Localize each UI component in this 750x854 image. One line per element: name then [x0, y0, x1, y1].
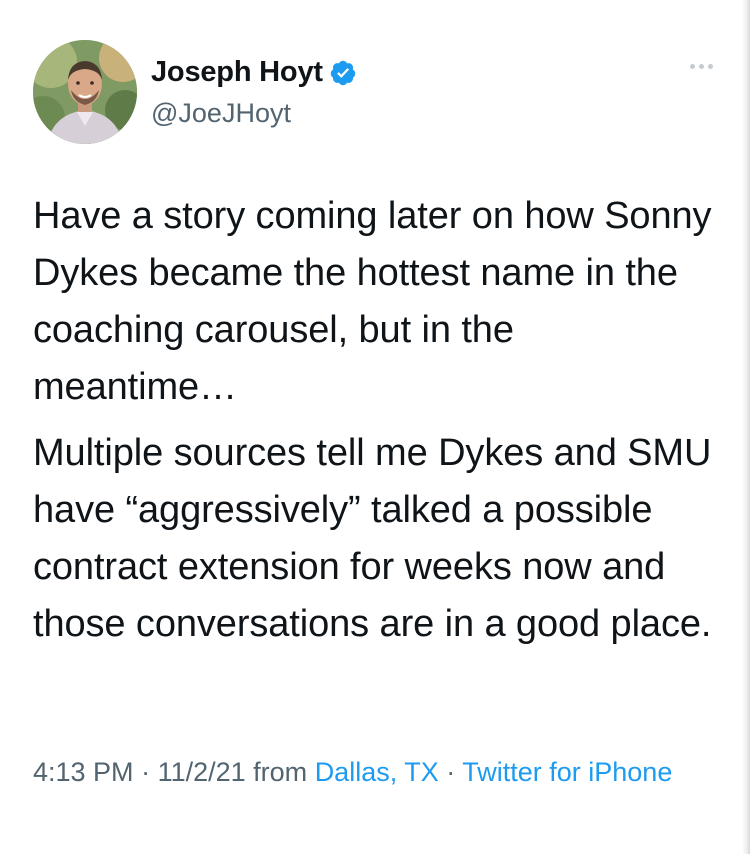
tweet-meta: 4:13 PM · 11/2/21 from Dallas, TX · Twit… [33, 750, 713, 794]
tweet-paragraph: Multiple sources tell me Dykes and SMU h… [33, 432, 712, 645]
user-handle[interactable]: @JoeJHoyt [151, 98, 291, 129]
tweet-header: Joseph Hoyt @JoeJHoyt [33, 40, 723, 145]
more-options-icon[interactable] [690, 64, 713, 69]
separator: · [438, 757, 463, 787]
tweet-paragraph: Have a story coming later on how Sonny D… [33, 195, 712, 408]
verified-badge-icon [329, 59, 357, 87]
display-name[interactable]: Joseph Hoyt [151, 56, 323, 89]
from-label: from [253, 757, 308, 787]
more-dot [690, 64, 695, 69]
more-dot [708, 64, 713, 69]
location-link[interactable]: Dallas, TX [315, 757, 439, 787]
screen-edge [742, 0, 750, 854]
avatar-photo-icon [33, 40, 137, 144]
tweet-text: Have a story coming later on how Sonny D… [33, 188, 723, 653]
tweet-date: 11/2/21 [157, 757, 246, 787]
source-link[interactable]: Twitter for iPhone [462, 757, 672, 787]
separator: · [133, 757, 158, 787]
name-row: Joseph Hoyt [151, 56, 357, 89]
more-dot [699, 64, 704, 69]
avatar[interactable] [33, 40, 137, 144]
tweet-time: 4:13 PM [33, 757, 134, 787]
